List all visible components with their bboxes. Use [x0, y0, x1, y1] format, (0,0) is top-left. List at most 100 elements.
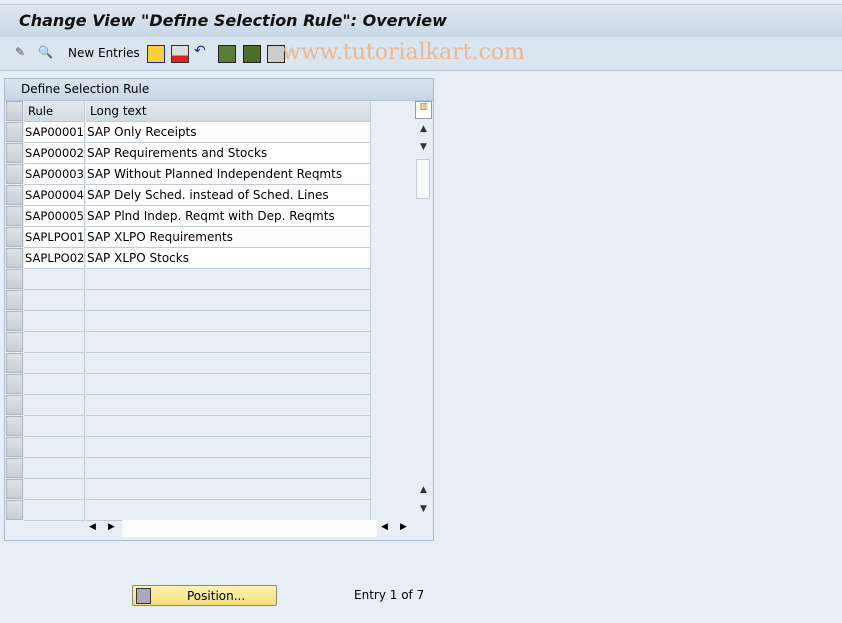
row-selector[interactable]	[6, 479, 23, 499]
empty-cell	[24, 311, 85, 332]
rule-cell[interactable]: SAP00002	[24, 143, 85, 164]
empty-row[interactable]	[6, 395, 372, 416]
rule-cell[interactable]: SAPLPO01	[24, 227, 85, 248]
empty-cell	[24, 290, 85, 311]
table-row[interactable]: SAP00003 SAP Without Planned Independent …	[6, 164, 372, 185]
row-selector[interactable]	[6, 437, 23, 457]
long-text-cell[interactable]: SAP Dely Sched. instead of Sched. Lines	[86, 185, 371, 206]
rule-cell[interactable]: SAPLPO02	[24, 248, 85, 269]
long-text-cell[interactable]: SAP XLPO Stocks	[86, 248, 371, 269]
empty-cell	[24, 416, 85, 437]
row-selector[interactable]	[6, 122, 23, 142]
entry-counter: Entry 1 of 7	[354, 588, 425, 602]
empty-cell	[86, 458, 371, 479]
find-icon[interactable]: 🔍	[38, 45, 54, 61]
scroll-up-button[interactable]: ▲	[415, 124, 432, 134]
column-settings-icon[interactable]: ▥	[415, 101, 432, 119]
table-row[interactable]: SAPLPO01 SAP XLPO Requirements	[6, 227, 372, 248]
row-selector[interactable]	[6, 206, 23, 226]
long-text-cell[interactable]: SAP Without Planned Independent Reqmts	[86, 164, 371, 185]
empty-cell	[24, 332, 85, 353]
table-row[interactable]: SAP00005 SAP Plnd Indep. Reqmt with Dep. …	[6, 206, 372, 227]
empty-cell	[24, 458, 85, 479]
row-selector[interactable]	[6, 248, 23, 268]
horizontal-scrollbar[interactable]	[122, 520, 377, 537]
empty-row[interactable]	[6, 374, 372, 395]
row-selector[interactable]	[6, 332, 23, 352]
empty-cell	[24, 374, 85, 395]
select-block-icon[interactable]	[243, 45, 261, 63]
empty-cell	[86, 311, 371, 332]
empty-cell	[86, 353, 371, 374]
empty-cell	[86, 290, 371, 311]
table-row[interactable]: SAP00004 SAP Dely Sched. instead of Sched…	[6, 185, 372, 206]
copy-icon[interactable]	[147, 45, 165, 63]
empty-cell	[86, 332, 371, 353]
vertical-scrollbar-thumb[interactable]	[416, 159, 430, 199]
row-selector[interactable]	[6, 269, 23, 289]
empty-row[interactable]	[6, 416, 372, 437]
long-text-cell[interactable]: SAP Requirements and Stocks	[86, 143, 371, 164]
rule-cell[interactable]: SAP00005	[24, 206, 85, 227]
empty-row[interactable]	[6, 479, 372, 500]
empty-cell	[86, 269, 371, 290]
scroll-right-button[interactable]: ▶	[108, 522, 115, 532]
empty-cell	[24, 437, 85, 458]
new-entries-button[interactable]: New Entries	[68, 46, 140, 60]
row-selector[interactable]	[6, 227, 23, 247]
scroll-left-2-button[interactable]: ◀	[381, 522, 388, 532]
empty-row[interactable]	[6, 269, 372, 290]
empty-cell	[24, 479, 85, 500]
select-all-icon[interactable]	[218, 45, 236, 63]
column-header-rule[interactable]: Rule	[24, 101, 85, 122]
position-button[interactable]: Position...	[132, 585, 277, 606]
position-button-label: Position...	[187, 589, 246, 603]
scroll-down-button[interactable]: ▼	[415, 142, 432, 152]
long-text-cell[interactable]: SAP XLPO Requirements	[86, 227, 371, 248]
table-row[interactable]: SAPLPO02 SAP XLPO Stocks	[6, 248, 372, 269]
scroll-up-bottom-button[interactable]: ▲	[415, 485, 432, 495]
table-title: Define Selection Rule	[21, 82, 150, 96]
row-selector[interactable]	[6, 458, 23, 478]
row-selector[interactable]	[6, 311, 23, 331]
table-row[interactable]: SAP00001 SAP Only Receipts	[6, 122, 372, 143]
row-selector[interactable]	[6, 185, 23, 205]
empty-row[interactable]	[6, 437, 372, 458]
scroll-left-button[interactable]: ◀	[89, 522, 96, 532]
row-selector[interactable]	[6, 143, 23, 163]
delete-icon[interactable]	[171, 45, 189, 63]
row-selector[interactable]	[6, 374, 23, 394]
row-selector[interactable]	[6, 290, 23, 310]
empty-row[interactable]	[6, 353, 372, 374]
long-text-cell[interactable]: SAP Only Receipts	[86, 122, 371, 143]
row-selector[interactable]	[6, 395, 23, 415]
empty-cell	[24, 269, 85, 290]
empty-row[interactable]	[6, 311, 372, 332]
empty-row[interactable]	[6, 500, 372, 521]
empty-row[interactable]	[6, 332, 372, 353]
rule-cell[interactable]: SAP00003	[24, 164, 85, 185]
empty-row[interactable]	[6, 458, 372, 479]
rule-cell[interactable]: SAP00001	[24, 122, 85, 143]
select-all-rows[interactable]	[6, 101, 23, 121]
empty-row[interactable]	[6, 290, 372, 311]
position-icon	[136, 588, 151, 604]
empty-cell	[86, 437, 371, 458]
rule-cell[interactable]: SAP00004	[24, 185, 85, 206]
scroll-right-2-button[interactable]: ▶	[400, 522, 407, 532]
undo-icon[interactable]: ↶	[194, 43, 210, 59]
toolbar: ✎ 🔍 New Entries ↶ www.tutorialkart.com	[0, 37, 842, 71]
long-text-cell[interactable]: SAP Plnd Indep. Reqmt with Dep. Reqmts	[86, 206, 371, 227]
change-display-icon[interactable]: ✎	[15, 45, 31, 61]
row-selector[interactable]	[6, 500, 23, 520]
empty-cell	[86, 395, 371, 416]
scroll-down-bottom-button[interactable]: ▼	[415, 504, 432, 514]
row-selector[interactable]	[6, 353, 23, 373]
empty-cell	[24, 353, 85, 374]
column-header-long-text[interactable]: Long text	[86, 101, 371, 122]
row-selector[interactable]	[6, 164, 23, 184]
row-selector[interactable]	[6, 416, 23, 436]
page-title: Change View "Define Selection Rule": Ove…	[19, 11, 447, 30]
table-row[interactable]: SAP00002 SAP Requirements and Stocks	[6, 143, 372, 164]
table-panel: Define Selection Rule Rule Long text SAP00…	[4, 78, 434, 541]
